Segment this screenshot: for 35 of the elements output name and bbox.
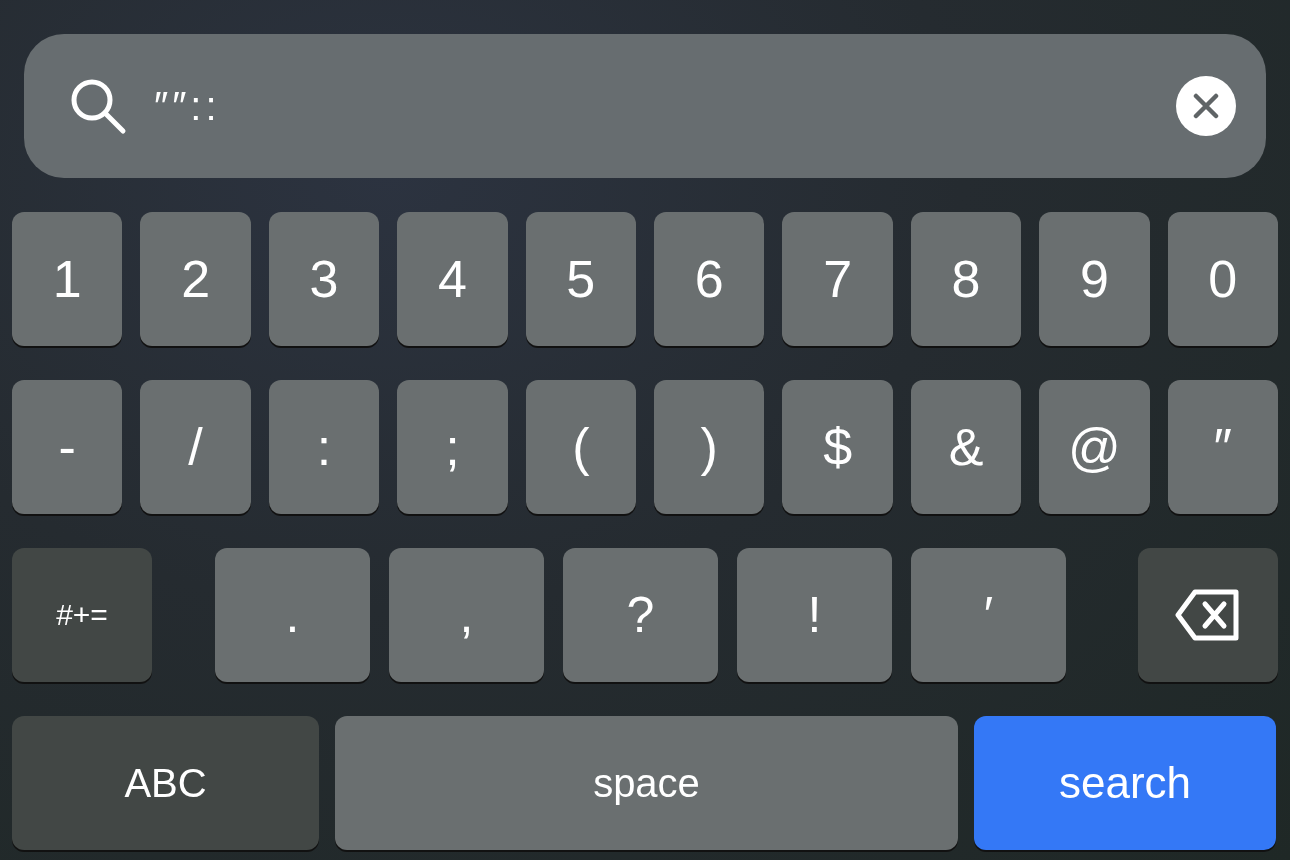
key[interactable]: & <box>910 380 1022 514</box>
key[interactable]: 0 <box>1167 212 1278 346</box>
key[interactable]: - <box>12 380 123 514</box>
search-text[interactable]: ″″:: <box>152 82 1152 130</box>
key[interactable]: $ <box>782 380 893 514</box>
key[interactable]: / <box>140 380 251 514</box>
clear-button[interactable] <box>1176 76 1236 136</box>
search-button[interactable]: search <box>974 716 1276 850</box>
key[interactable]: 2 <box>140 212 251 346</box>
letters-key[interactable]: ABC <box>12 716 319 850</box>
key[interactable]: 9 <box>1039 212 1150 346</box>
search-field[interactable]: ″″:: <box>24 34 1266 178</box>
key[interactable]: . <box>215 548 370 682</box>
key[interactable]: 8 <box>910 212 1022 346</box>
key[interactable]: ? <box>563 548 718 682</box>
key[interactable]: ) <box>654 380 765 514</box>
key[interactable]: 3 <box>268 212 380 346</box>
close-icon <box>1193 93 1219 119</box>
symbols-key[interactable]: #+= <box>12 548 152 682</box>
space-bar[interactable]: space <box>335 716 958 850</box>
key[interactable]: ( <box>525 380 636 514</box>
key[interactable]: 7 <box>782 212 893 346</box>
key[interactable]: ! <box>737 548 892 682</box>
key[interactable]: 6 <box>654 212 765 346</box>
key[interactable]: 5 <box>525 212 636 346</box>
delete-key[interactable] <box>1138 548 1278 682</box>
key[interactable]: 1 <box>12 212 123 346</box>
key[interactable]: @ <box>1039 380 1150 514</box>
key[interactable]: ′ <box>911 548 1066 682</box>
key[interactable]: , <box>389 548 544 682</box>
key[interactable]: ″ <box>1167 380 1278 514</box>
key[interactable]: 4 <box>397 212 508 346</box>
key[interactable]: : <box>268 380 380 514</box>
key[interactable]: ; <box>397 380 508 514</box>
delete-icon <box>1175 589 1241 641</box>
